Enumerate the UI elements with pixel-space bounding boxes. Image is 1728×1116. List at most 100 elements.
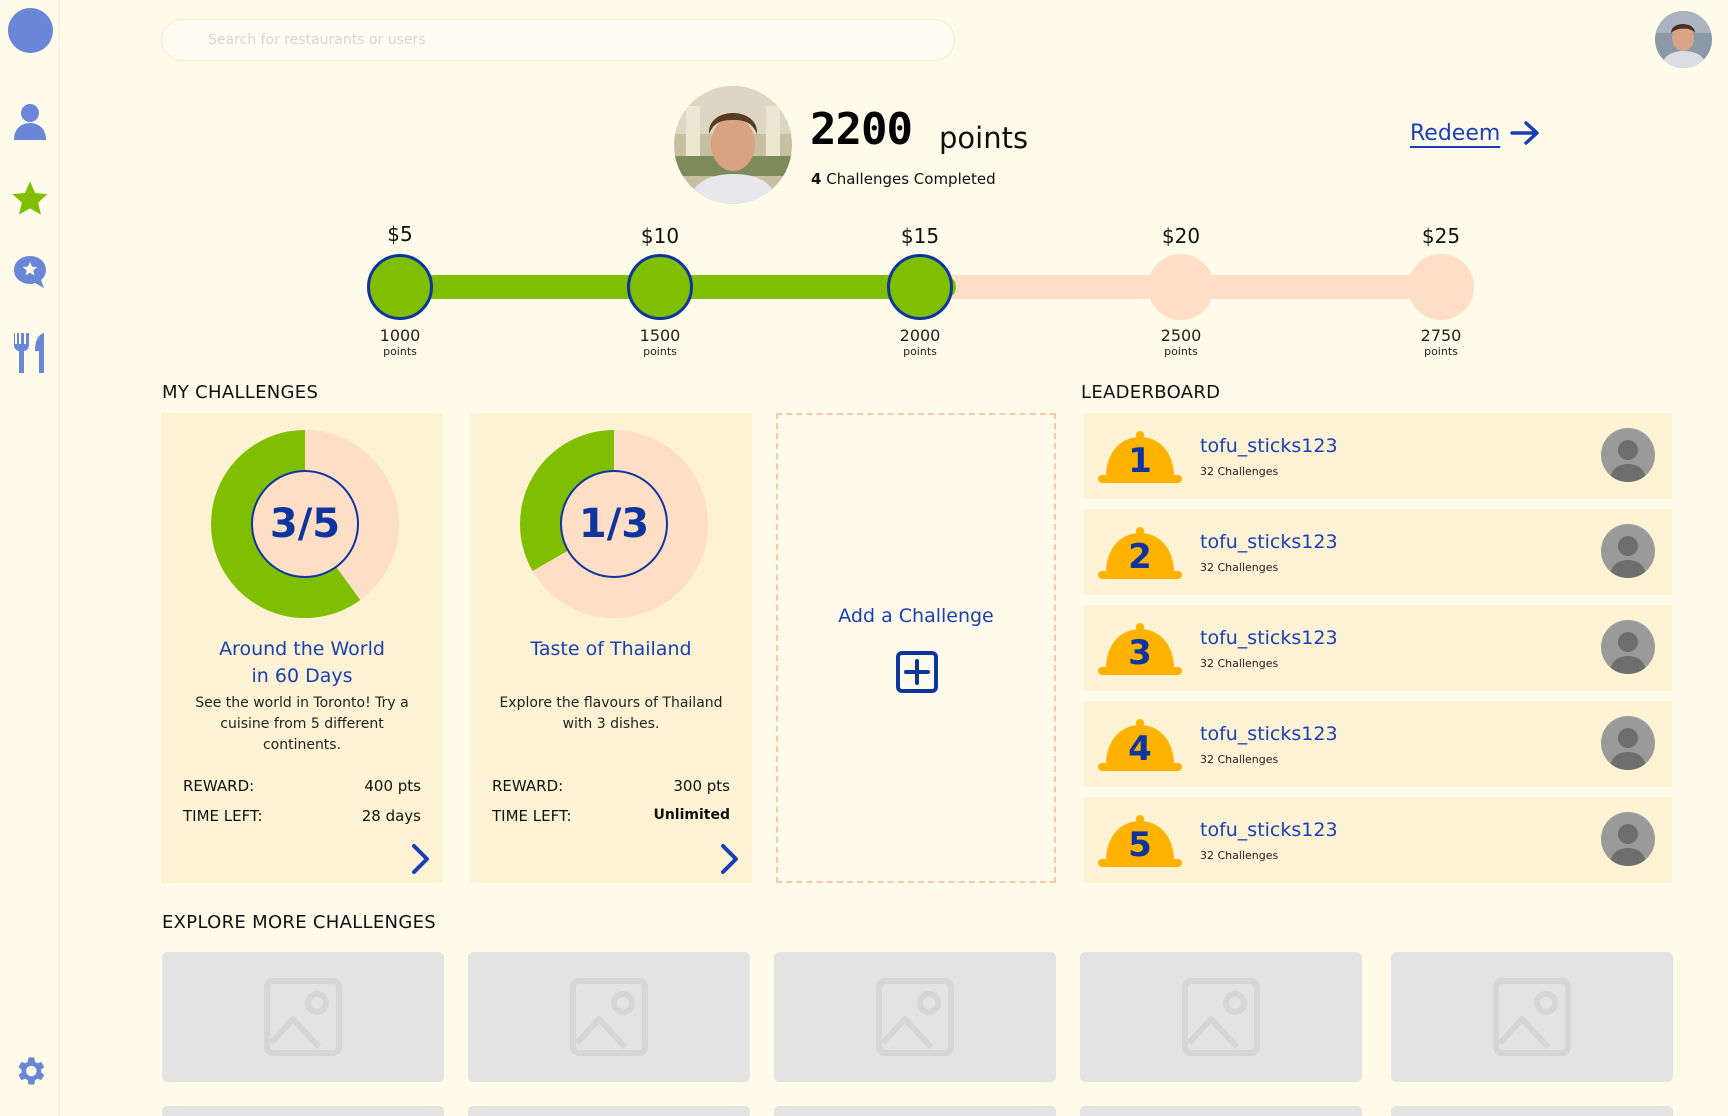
search-input[interactable]: [161, 19, 955, 61]
rank-helmet-icon: 4: [1098, 719, 1182, 771]
explore-challenge-tile[interactable]: [1080, 952, 1362, 1082]
image-placeholder-icon: [1182, 978, 1260, 1056]
add-challenge-card[interactable]: Add a Challenge: [776, 413, 1056, 883]
challenge-title-line2: in 60 Days: [251, 664, 353, 687]
milestone-points-unit: points: [383, 345, 417, 359]
milestone-points: 1500 points: [640, 326, 681, 358]
leaderboard-row[interactable]: 4 tofu_sticks123 32 Challenges: [1084, 701, 1672, 787]
explore-challenge-tile[interactable]: [1391, 952, 1673, 1082]
redeem-label: Redeem: [1410, 120, 1501, 146]
completed-label: Challenges Completed: [826, 170, 996, 188]
avatar[interactable]: [1655, 11, 1712, 68]
profile-avatar: [674, 86, 792, 204]
leaderboard-username[interactable]: tofu_sticks123: [1200, 531, 1338, 553]
completed-count: 4: [811, 170, 822, 188]
reward-row: REWARD: 400 pts: [183, 777, 421, 795]
time-left-unit: days: [385, 807, 421, 825]
rank-number: 2: [1128, 537, 1152, 577]
explore-challenge-tile[interactable]: [774, 1106, 1056, 1116]
milestone-reward: $25: [1421, 224, 1461, 248]
redeem-link[interactable]: Redeem: [1410, 120, 1540, 146]
challenge-card[interactable]: 3/5 Around the World in 60 Days See the …: [161, 413, 443, 883]
reward-value: 400: [364, 777, 393, 795]
time-left-row: TIME LEFT: 28 days: [183, 807, 421, 825]
image-placeholder-icon: [876, 978, 954, 1056]
milestone-points-unit: points: [1424, 345, 1458, 359]
milestone-points-unit: points: [643, 345, 677, 359]
rank-number: 4: [1128, 729, 1152, 769]
milestone-marker: [887, 254, 953, 320]
explore-challenge-tile[interactable]: [162, 952, 444, 1082]
leaderboard-challenges: 32 Challenges: [1200, 753, 1279, 766]
star-chat-icon[interactable]: [8, 250, 52, 294]
logo[interactable]: [8, 8, 53, 53]
arrow-right-icon: [1510, 121, 1540, 145]
avatar[interactable]: [1601, 620, 1655, 674]
milestone-marker: [1148, 254, 1214, 320]
leaderboard-username[interactable]: tofu_sticks123: [1200, 435, 1338, 457]
utensils-icon[interactable]: [8, 329, 52, 377]
milestone-points: 2750 points: [1421, 326, 1462, 358]
sidebar: [0, 0, 60, 1116]
leaderboard-challenges: 32 Challenges: [1200, 849, 1279, 862]
gear-icon[interactable]: [12, 1053, 48, 1089]
challenge-description: Explore the flavours of Thailand with 3 …: [499, 695, 723, 732]
challenge-card[interactable]: 1/3 Taste of Thailand Explore the flavou…: [470, 413, 752, 883]
challenge-title: Taste of Thailand: [470, 636, 752, 663]
milestone-points-value: 2750: [1420, 326, 1462, 345]
explore-challenge-tile[interactable]: [468, 952, 750, 1082]
leaderboard-row[interactable]: 3 tofu_sticks123 32 Challenges: [1084, 605, 1672, 691]
milestone-points: 2000 points: [900, 326, 941, 358]
challenge-progress-donut: 1/3: [520, 430, 708, 618]
star-icon[interactable]: [8, 177, 52, 221]
milestone-marker: [367, 254, 433, 320]
chevron-right-icon[interactable]: [408, 843, 432, 875]
explore-challenge-tile[interactable]: [162, 1106, 444, 1116]
milestone-marker: [627, 254, 693, 320]
milestone-reward: $15: [900, 224, 940, 248]
reward-unit: pts: [397, 777, 421, 795]
challenge-progress-donut: 3/5: [211, 430, 399, 618]
leaderboard-row[interactable]: 2 tofu_sticks123 32 Challenges: [1084, 509, 1672, 595]
milestone-points: 2500 points: [1161, 326, 1202, 358]
rank-helmet-icon: 5: [1098, 815, 1182, 867]
avatar[interactable]: [1601, 812, 1655, 866]
leaderboard-username[interactable]: tofu_sticks123: [1200, 627, 1338, 649]
reward-value: 300: [673, 777, 702, 795]
leaderboard-row[interactable]: 1 tofu_sticks123 32 Challenges: [1084, 413, 1672, 499]
milestone-points: 1000 points: [380, 326, 421, 358]
avatar[interactable]: [1601, 428, 1655, 482]
explore-challenge-tile[interactable]: [774, 952, 1056, 1082]
time-left-value: Unlimited: [653, 807, 730, 823]
rank-helmet-icon: 3: [1098, 623, 1182, 675]
image-placeholder-icon: [570, 978, 648, 1056]
challenge-progress-text: 3/5: [251, 470, 359, 578]
add-challenge-label: Add a Challenge: [838, 605, 994, 627]
leaderboard-username[interactable]: tofu_sticks123: [1200, 723, 1338, 745]
explore-challenge-tile[interactable]: [468, 1106, 750, 1116]
milestone-points-unit: points: [1164, 345, 1198, 359]
milestone-marker: [1408, 254, 1474, 320]
avatar[interactable]: [1601, 524, 1655, 578]
milestone-points-value: 1000: [379, 326, 421, 345]
leaderboard-challenges: 32 Challenges: [1200, 465, 1279, 478]
chevron-right-icon[interactable]: [717, 843, 741, 875]
time-left-label: TIME LEFT:: [183, 807, 263, 825]
explore-challenge-tile[interactable]: [1391, 1106, 1673, 1116]
leaderboard-username[interactable]: tofu_sticks123: [1200, 819, 1338, 841]
reward-label: REWARD:: [492, 777, 564, 795]
user-icon[interactable]: [8, 100, 52, 144]
challenge-progress-text: 1/3: [560, 470, 668, 578]
rank-helmet-icon: 2: [1098, 527, 1182, 579]
challenge-description: See the world in Toronto! Try a cuisine …: [195, 695, 409, 753]
avatar[interactable]: [1601, 716, 1655, 770]
milestone-reward: $10: [640, 224, 680, 248]
challenge-title-line1: Around the World: [219, 638, 385, 660]
plus-square-icon: [896, 651, 938, 693]
explore-challenge-tile[interactable]: [1080, 1106, 1362, 1116]
milestone-points-value: 2500: [1160, 326, 1202, 345]
reward-unit: pts: [706, 777, 730, 795]
leaderboard-row[interactable]: 5 tofu_sticks123 32 Challenges: [1084, 797, 1672, 883]
rank-number: 3: [1128, 633, 1152, 673]
points-label: points: [939, 121, 1029, 155]
